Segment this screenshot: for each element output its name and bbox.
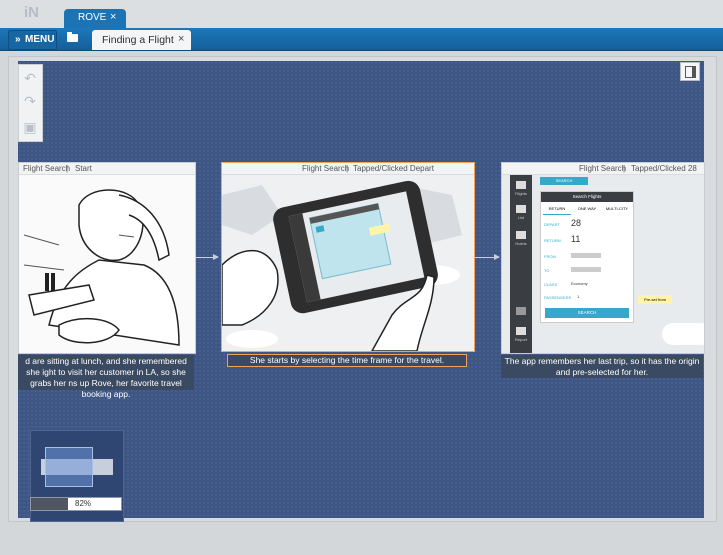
row-label-from: FROM bbox=[544, 254, 556, 259]
sticky-note: Pre-set from bbox=[638, 295, 672, 304]
side-item-hotels: Hotels bbox=[515, 241, 527, 246]
search-tab-button: SEARCH bbox=[540, 177, 588, 185]
cloud-decoration bbox=[662, 323, 704, 345]
chevron-right-icon: » bbox=[15, 34, 21, 45]
card-screen-name: Flight Search bbox=[579, 164, 627, 173]
card-header: Flight Search | Start bbox=[19, 163, 195, 175]
row-value-to bbox=[571, 267, 601, 272]
storyboard-card-1[interactable]: Flight Search | Start bbox=[18, 162, 196, 354]
menu-button-label: MENU bbox=[25, 34, 55, 45]
tab-rove-label: ROVE bbox=[78, 12, 107, 23]
card-trigger: Start bbox=[75, 164, 92, 173]
redo-icon[interactable]: ↷ bbox=[22, 93, 38, 109]
row-value-class: Economy bbox=[571, 281, 588, 286]
close-icon[interactable]: × bbox=[110, 11, 116, 23]
app-side-nav: Flights List Hotels Report bbox=[510, 175, 532, 353]
plane-icon bbox=[516, 181, 526, 189]
card-screen-name: Flight Search bbox=[302, 164, 350, 173]
row-value-depart: 28 bbox=[571, 218, 582, 228]
row-value-return: 11 bbox=[571, 234, 581, 244]
trip-tab-one-way: ONE WAY bbox=[577, 206, 597, 211]
row-label-return: RETURN bbox=[544, 238, 561, 243]
tab-finding-a-flight-label: Finding a Flight bbox=[102, 34, 174, 46]
nav-bar: » MENU Finding a Flight × bbox=[0, 28, 723, 51]
card-separator: | bbox=[66, 164, 69, 173]
flow-arrow bbox=[196, 254, 219, 260]
lunch-sketch-image bbox=[19, 175, 195, 353]
panel-title: Search Flights bbox=[541, 192, 633, 202]
storyboard-card-2[interactable]: Flight Search | Tapped/Clicked Depart bbox=[221, 162, 475, 352]
card-trigger: Tapped/Clicked Depart bbox=[353, 164, 434, 173]
tool-column: ↶ ↷ ▣ bbox=[18, 64, 43, 142]
trip-tab-multi-city: MULTI-CITY bbox=[605, 206, 629, 211]
row-label-class: CLASS bbox=[544, 282, 558, 287]
card-trigger: Tapped/Clicked 28 bbox=[631, 164, 697, 173]
row-value-passengers: 1 bbox=[577, 294, 580, 299]
folder-icon[interactable] bbox=[67, 32, 78, 42]
report-icon bbox=[516, 307, 526, 315]
zoom-slider[interactable]: 82% bbox=[30, 497, 122, 511]
tab-finding-a-flight[interactable]: Finding a Flight × bbox=[92, 30, 191, 50]
card-2-caption: She starts by selecting the time frame f… bbox=[227, 354, 467, 367]
menu-button[interactable]: » MENU bbox=[8, 30, 57, 50]
row-label-passengers: PASSENGERS bbox=[544, 295, 572, 300]
app-screen-mock: Flights List Hotels Report SEARCH Search… bbox=[502, 175, 704, 353]
card-1-caption: d are sitting at lunch, and she remember… bbox=[18, 355, 194, 399]
close-icon[interactable]: × bbox=[178, 33, 184, 45]
profile-icon bbox=[516, 327, 526, 335]
side-item-report: Report bbox=[514, 337, 527, 342]
app-logo: iN bbox=[24, 4, 39, 21]
zoom-slider-fill bbox=[31, 498, 68, 510]
row-value-from bbox=[571, 253, 601, 258]
zoom-level: 82% bbox=[75, 499, 92, 508]
side-item-flights: Flights bbox=[515, 191, 527, 196]
bottom-area bbox=[0, 527, 723, 555]
row-label-depart: DEPART bbox=[544, 222, 560, 227]
search-flights-panel: Search Flights RETURN ONE WAY MULTI-CITY… bbox=[540, 191, 634, 323]
top-bar: iN ROVE × bbox=[0, 0, 723, 28]
card-header: Flight Search | Tapped/Clicked Depart bbox=[222, 163, 474, 175]
card-separator: | bbox=[346, 164, 349, 173]
list-icon bbox=[516, 205, 526, 213]
storyboard-card-3[interactable]: Flight Search | Tapped/Clicked 28 Flight… bbox=[501, 162, 705, 354]
card-separator: | bbox=[623, 164, 626, 173]
save-icon[interactable]: ▣ bbox=[22, 119, 38, 135]
panel-toggle-button[interactable] bbox=[680, 62, 700, 81]
tablet-sketch-image bbox=[222, 175, 474, 351]
minimap-viewport[interactable] bbox=[45, 447, 93, 487]
card-screen-name: Flight Search bbox=[23, 164, 71, 173]
search-button: SEARCH bbox=[545, 308, 629, 318]
hotel-icon bbox=[516, 231, 526, 239]
flow-arrow bbox=[475, 254, 500, 260]
side-item-list: List bbox=[517, 215, 525, 220]
trip-tab-return: RETURN bbox=[543, 206, 571, 215]
card-header: Flight Search | Tapped/Clicked 28 bbox=[502, 163, 704, 175]
sketch-lunch bbox=[19, 175, 195, 353]
undo-icon[interactable]: ↶ bbox=[22, 70, 38, 86]
sketch-tablet bbox=[222, 175, 474, 351]
row-label-to: TO bbox=[544, 268, 550, 273]
panel-icon bbox=[685, 66, 696, 78]
tab-rove[interactable]: ROVE × bbox=[64, 9, 126, 28]
card-3-caption: The app remembers her last trip, so it h… bbox=[501, 355, 703, 378]
